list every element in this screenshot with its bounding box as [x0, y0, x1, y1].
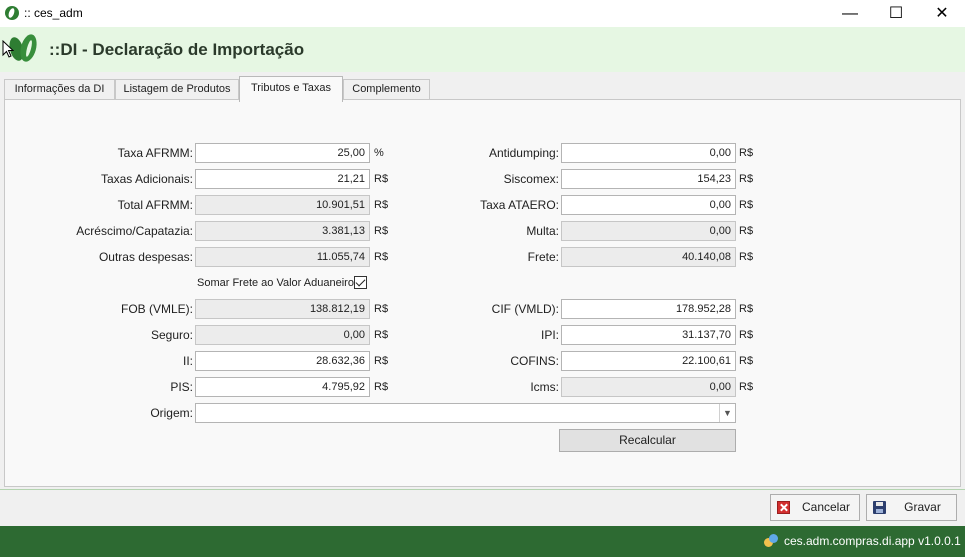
- fob-vmle-label: FOB (VMLE):: [120, 302, 193, 316]
- recalcular-button[interactable]: Recalcular: [559, 429, 736, 452]
- taxa-afrmm-field[interactable]: 25,00: [195, 143, 370, 163]
- chevron-down-icon[interactable]: ▼: [719, 404, 735, 422]
- cancel-button[interactable]: Cancelar: [770, 494, 860, 521]
- cif-vmld-field[interactable]: 178.952,28: [561, 299, 736, 319]
- cancel-button-label: Cancelar: [801, 500, 851, 514]
- pis-unit: R$: [374, 381, 389, 393]
- cofins-label: COFINS:: [510, 354, 559, 368]
- cofins-unit: R$: [739, 355, 754, 367]
- floppy-disk-icon: [873, 501, 886, 514]
- leaf-logo-icon: [7, 32, 40, 64]
- seguro-label: Seguro:: [150, 328, 193, 342]
- frete-label: Frete:: [527, 250, 559, 264]
- taxas-adicionais-field[interactable]: 21,21: [195, 169, 370, 189]
- minimize-button[interactable]: —: [827, 0, 873, 27]
- tributos-panel: Taxa AFRMM: 25,00 % Taxas Adicionais: 21…: [4, 99, 961, 487]
- tab-tributos-e-taxas[interactable]: Tributos e Taxas: [239, 76, 343, 102]
- total-afrmm-label: Total AFRMM:: [117, 198, 193, 212]
- icms-unit: R$: [739, 381, 754, 393]
- ii-unit: R$: [374, 355, 389, 367]
- taxa-afrmm-label: Taxa AFRMM:: [117, 146, 193, 160]
- pis-field[interactable]: 4.795,92: [195, 377, 370, 397]
- cofins-field[interactable]: 22.100,61: [561, 351, 736, 371]
- acrescimo-capatazia-unit: R$: [374, 225, 389, 237]
- app-version-text: ces.adm.compras.di.app v1.0.0.1: [784, 534, 961, 548]
- taxas-adicionais-label: Taxas Adicionais:: [100, 172, 193, 186]
- form-area: Informações da DI Listagem de Produtos T…: [0, 72, 965, 489]
- fob-vmle-unit: R$: [374, 303, 389, 315]
- outras-despesas-label: Outras despesas:: [98, 250, 193, 264]
- page-header: ::DI - Declaração de Importação: [0, 27, 965, 72]
- acrescimo-capatazia-label: Acréscimo/Capatazia:: [76, 224, 193, 238]
- ipi-field[interactable]: 31.137,70: [561, 325, 736, 345]
- frete-unit: R$: [739, 251, 754, 263]
- tab-listagem-de-produtos[interactable]: Listagem de Produtos: [115, 79, 239, 101]
- ii-label: II:: [182, 354, 193, 368]
- somar-frete-checkbox[interactable]: [354, 276, 367, 289]
- somar-frete-label: Somar Frete ao Valor Aduaneiro: [197, 277, 354, 289]
- leaf-icon: [5, 6, 19, 20]
- maximize-button[interactable]: ☐: [873, 0, 919, 27]
- siscomex-label: Siscomex:: [503, 172, 559, 186]
- fob-vmle-field: 138.812,19: [195, 299, 370, 319]
- siscomex-field[interactable]: 154,23: [561, 169, 736, 189]
- window-titlebar: :: ces_adm — ☐ ✕: [0, 0, 965, 27]
- antidumping-unit: R$: [739, 147, 754, 159]
- app-version-icon: [764, 534, 778, 548]
- taxa-ataero-unit: R$: [739, 199, 754, 211]
- cif-vmld-unit: R$: [739, 303, 754, 315]
- antidumping-label: Antidumping:: [488, 146, 559, 160]
- icms-field: 0,00: [561, 377, 736, 397]
- multa-field: 0,00: [561, 221, 736, 241]
- save-button-label: Gravar: [904, 500, 941, 514]
- taxa-ataero-label: Taxa ATAERO:: [480, 198, 559, 212]
- icms-label: Icms:: [530, 380, 559, 394]
- cif-vmld-label: CIF (VMLD):: [491, 302, 559, 316]
- mouse-cursor-icon: [2, 40, 14, 58]
- close-button[interactable]: ✕: [919, 0, 965, 27]
- ipi-unit: R$: [739, 329, 754, 341]
- outras-despesas-unit: R$: [374, 251, 389, 263]
- pis-label: PIS:: [170, 380, 193, 394]
- frete-field: 40.140,08: [561, 247, 736, 267]
- status-bar: ces.adm.compras.di.app v1.0.0.1: [0, 526, 965, 557]
- taxas-adicionais-unit: R$: [374, 173, 389, 185]
- tab-informacoes-da-di[interactable]: Informações da DI: [4, 79, 115, 101]
- action-bar: Cancelar Gravar: [0, 489, 965, 526]
- origem-select[interactable]: ▼: [195, 403, 736, 423]
- ii-field[interactable]: 28.632,36: [195, 351, 370, 371]
- antidumping-field[interactable]: 0,00: [561, 143, 736, 163]
- total-afrmm-unit: R$: [374, 199, 389, 211]
- seguro-unit: R$: [374, 329, 389, 341]
- origem-label: Origem:: [150, 406, 193, 420]
- outras-despesas-field: 11.055,74: [195, 247, 370, 267]
- tab-complemento[interactable]: Complemento: [343, 79, 430, 101]
- acrescimo-capatazia-field: 3.381,13: [195, 221, 370, 241]
- ipi-label: IPI:: [540, 328, 559, 342]
- multa-unit: R$: [739, 225, 754, 237]
- cancel-x-icon: [777, 501, 790, 514]
- siscomex-unit: R$: [739, 173, 754, 185]
- window-title: :: ces_adm: [24, 6, 83, 20]
- save-button[interactable]: Gravar: [866, 494, 957, 521]
- page-title: ::DI - Declaração de Importação: [49, 40, 305, 59]
- taxa-afrmm-unit: %: [374, 147, 384, 159]
- total-afrmm-field: 10.901,51: [195, 195, 370, 215]
- multa-label: Multa:: [526, 224, 559, 238]
- seguro-field: 0,00: [195, 325, 370, 345]
- taxa-ataero-field[interactable]: 0,00: [561, 195, 736, 215]
